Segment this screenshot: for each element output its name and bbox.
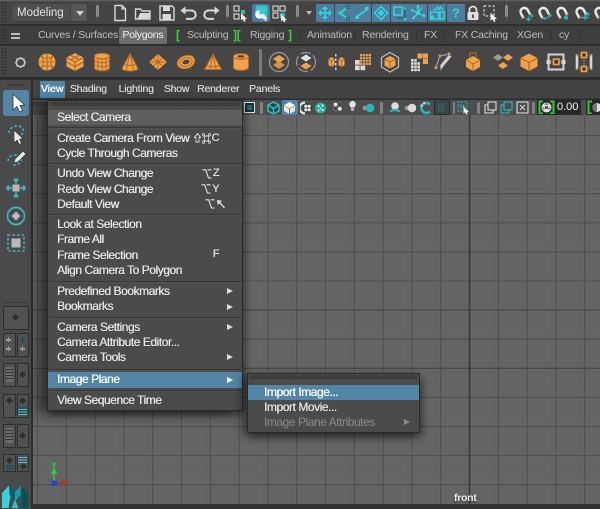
svg-text:?: ? <box>452 5 460 20</box>
